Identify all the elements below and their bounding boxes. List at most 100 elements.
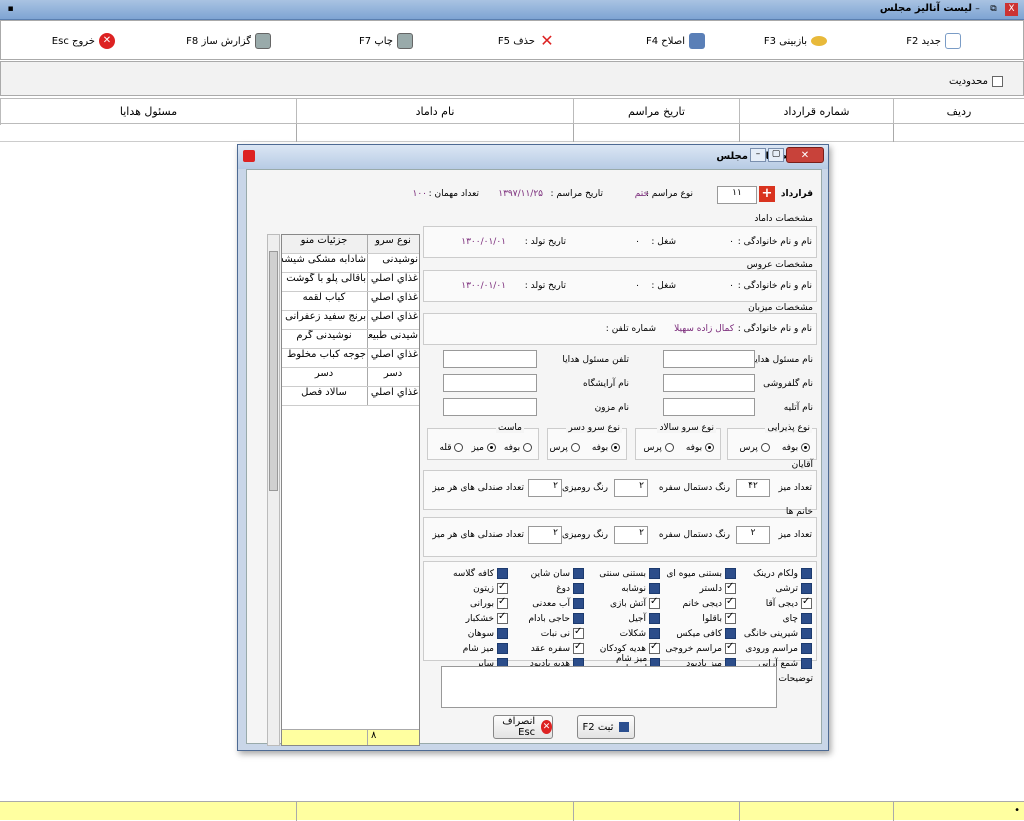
checklist-item[interactable]: ولکام درینک xyxy=(738,566,812,581)
florist-input[interactable] xyxy=(663,374,755,392)
grid-empty-row[interactable] xyxy=(0,124,1024,142)
checklist-checkbox[interactable] xyxy=(497,568,508,579)
gift-manager-phone-input[interactable] xyxy=(443,350,537,368)
checklist-checkbox[interactable] xyxy=(725,581,736,594)
checklist-item[interactable]: سوهان xyxy=(434,626,508,641)
checklist-checkbox[interactable] xyxy=(573,568,584,579)
col-header-date[interactable]: تاریخ مراسم xyxy=(573,99,739,125)
yogurt-buffet-option[interactable]: بوفه xyxy=(504,443,532,453)
dessert-buffet-option[interactable]: بوفه xyxy=(592,443,620,453)
checklist-item[interactable]: دیجی آقا xyxy=(738,596,812,611)
dessert-plated-radio[interactable] xyxy=(570,443,580,452)
print-button[interactable]: چاپ F7 xyxy=(359,32,413,50)
checklist-checkbox[interactable] xyxy=(649,641,660,654)
men-table-count-input[interactable]: ۴۲ xyxy=(736,479,770,497)
menu-row[interactable]: غذاي اصلي برنج سفید زعفرانی xyxy=(282,311,419,330)
checklist-item[interactable]: آتش بازی xyxy=(586,596,660,611)
menu-row[interactable]: شیدنی طبیعی نوشیدنی گرم xyxy=(282,330,419,349)
checklist-item[interactable]: نوشابه xyxy=(586,581,660,596)
contract-number-field[interactable]: ۱۱ xyxy=(717,186,757,204)
dessert-buffet-radio[interactable] xyxy=(611,443,620,452)
salad-plated-option[interactable]: پرس xyxy=(643,443,674,453)
checklist-item[interactable]: نی نبات xyxy=(510,626,584,641)
menu-scroll-thumb[interactable] xyxy=(269,251,278,491)
checklist-checkbox[interactable] xyxy=(801,568,812,579)
checklist-checkbox[interactable] xyxy=(649,628,660,639)
menu-row[interactable]: نوشیدنی شادابه مشکی شیشه xyxy=(282,254,419,273)
reception-plated-radio[interactable] xyxy=(760,443,770,452)
checklist-item[interactable]: شیرینی خانگی xyxy=(738,626,812,641)
women-napkin-input[interactable]: ۲ xyxy=(614,526,648,544)
checklist-checkbox[interactable] xyxy=(725,568,736,579)
notes-textarea[interactable] xyxy=(441,666,777,708)
menu-col-details[interactable]: جزئیات منو xyxy=(282,235,367,253)
reception-buffet-option[interactable]: بوفه xyxy=(782,443,810,453)
menu-row[interactable]: غذاي اصلي سالاد فصل xyxy=(282,387,419,406)
checklist-item[interactable]: بورانی xyxy=(434,596,508,611)
checklist-item[interactable]: سفره عقد xyxy=(510,641,584,656)
salad-buffet-radio[interactable] xyxy=(705,443,714,452)
checklist-checkbox[interactable] xyxy=(649,613,660,624)
restriction-checkbox[interactable] xyxy=(992,76,1003,87)
women-cloth-input[interactable]: ۲ xyxy=(528,526,562,544)
col-header-gift-manager[interactable]: مسئول هدایا xyxy=(0,99,296,125)
add-contract-button[interactable]: + xyxy=(759,186,775,202)
col-header-row[interactable]: ردیف xyxy=(893,99,1024,125)
checklist-item[interactable]: ترشی xyxy=(738,581,812,596)
checklist-checkbox[interactable] xyxy=(573,598,584,609)
menu-table-scrollbar[interactable] xyxy=(267,234,280,746)
yogurt-table-radio[interactable] xyxy=(486,443,496,452)
cancel-button[interactable]: ✕ انصراف Esc xyxy=(493,715,553,739)
checklist-item[interactable]: زیتون xyxy=(434,581,508,596)
window-restore-button[interactable]: ⧉ xyxy=(987,3,1000,16)
dessert-plated-option[interactable]: پرس xyxy=(549,443,580,453)
checklist-item[interactable]: کافی میکس xyxy=(662,626,736,641)
checklist-item[interactable]: بستنی سنتی xyxy=(586,566,660,581)
checklist-checkbox[interactable] xyxy=(573,626,584,639)
women-table-count-input[interactable]: ۲ xyxy=(736,526,770,544)
yogurt-peak-option[interactable]: قله xyxy=(439,443,464,453)
checklist-item[interactable]: میز شام xyxy=(434,641,508,656)
menu-row[interactable]: دسر دسر xyxy=(282,368,419,387)
delete-button[interactable]: ✕ حذف F5 xyxy=(498,32,555,50)
studio-input[interactable] xyxy=(663,398,755,416)
checklist-checkbox[interactable] xyxy=(497,628,508,639)
checklist-item[interactable]: مراسم خروجی xyxy=(662,641,736,656)
window-close-button[interactable]: X xyxy=(1005,3,1018,16)
checklist-checkbox[interactable] xyxy=(649,568,660,579)
checklist-item[interactable]: دوغ xyxy=(510,581,584,596)
save-button[interactable]: ثبت F2 xyxy=(577,715,635,739)
yogurt-peak-radio[interactable] xyxy=(454,443,464,452)
checklist-checkbox[interactable] xyxy=(725,641,736,654)
menu-col-serve-type[interactable]: نوع سرو xyxy=(367,235,419,253)
musician-input[interactable] xyxy=(443,398,537,416)
checklist-checkbox[interactable] xyxy=(497,596,508,609)
checklist-checkbox[interactable] xyxy=(801,643,812,654)
checklist-checkbox[interactable] xyxy=(497,581,508,594)
col-header-contract[interactable]: شماره قرارداد xyxy=(739,99,893,125)
view-button[interactable]: بازبینی F3 xyxy=(764,32,827,50)
checklist-item[interactable]: چای xyxy=(738,611,812,626)
checklist-item[interactable]: خشکبار xyxy=(434,611,508,626)
menu-row[interactable]: غذاي اصلي جوجه کباب مخلوط xyxy=(282,349,419,368)
checklist-item[interactable]: کافه گلاسه xyxy=(434,566,508,581)
checklist-checkbox[interactable] xyxy=(725,628,736,639)
checklist-checkbox[interactable] xyxy=(801,596,812,609)
checklist-item[interactable]: دلستر xyxy=(662,581,736,596)
checklist-checkbox[interactable] xyxy=(725,596,736,609)
checklist-checkbox[interactable] xyxy=(725,611,736,624)
checklist-item[interactable]: باقلوا xyxy=(662,611,736,626)
checklist-checkbox[interactable] xyxy=(649,583,660,594)
dialog-close-button[interactable]: ✕ xyxy=(786,147,824,163)
report-builder-button[interactable]: گزارش ساز F8 xyxy=(186,32,271,50)
salad-buffet-option[interactable]: بوفه xyxy=(686,443,714,453)
menu-row[interactable]: غذاي اصلي باقالی پلو با گوشت xyxy=(282,273,419,292)
checklist-item[interactable]: دیجی خانم xyxy=(662,596,736,611)
checklist-item[interactable]: حاجی بادام xyxy=(510,611,584,626)
checklist-item[interactable]: بستنی میوه ای xyxy=(662,566,736,581)
checklist-item[interactable]: آب معدنی xyxy=(510,596,584,611)
checklist-checkbox[interactable] xyxy=(497,611,508,624)
checklist-item[interactable]: سان شاین xyxy=(510,566,584,581)
men-cloth-input[interactable]: ۲ xyxy=(528,479,562,497)
men-napkin-input[interactable]: ۲ xyxy=(614,479,648,497)
